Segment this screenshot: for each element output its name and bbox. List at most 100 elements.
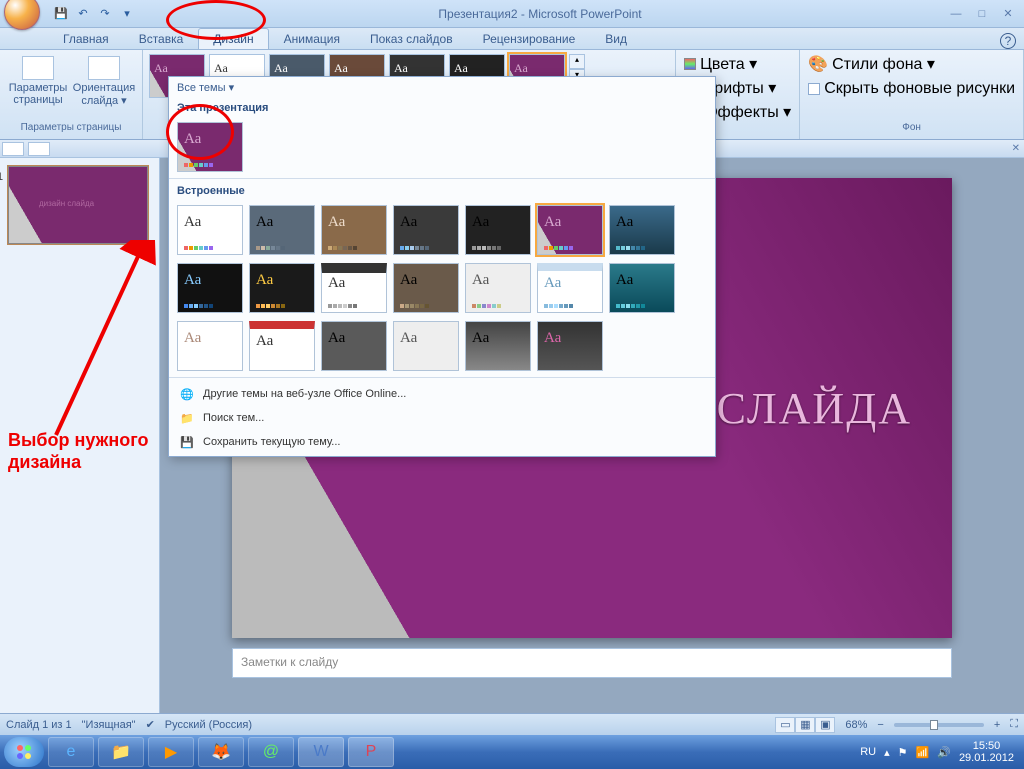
gallery-save-theme[interactable]: 💾 Сохранить текущую тему... [169, 430, 715, 454]
gallery-theme[interactable]: Аа [249, 205, 315, 255]
minimize-button[interactable]: — [944, 6, 968, 22]
gallery-theme[interactable]: Аа [609, 263, 675, 313]
gallery-theme-selected[interactable]: Аа [537, 205, 603, 255]
zoom-slider[interactable] [894, 723, 984, 727]
zoom-in-button[interactable]: + [994, 719, 1000, 731]
gallery-builtin-label: Встроенные [169, 181, 715, 201]
gallery-theme[interactable]: Аа [465, 263, 531, 313]
tab-view[interactable]: Вид [590, 28, 642, 49]
tab-slideshow[interactable]: Показ слайдов [355, 28, 468, 49]
gallery-theme[interactable]: Аа [177, 321, 243, 371]
gallery-theme[interactable]: Аа [321, 263, 387, 313]
tray-date: 29.01.2012 [959, 752, 1014, 764]
slides-view-tab[interactable] [28, 142, 50, 156]
bg-group-label: Фон [808, 120, 1015, 135]
tray-flag-icon[interactable]: ⚑ [898, 746, 908, 759]
gallery-theme[interactable]: Аа [537, 321, 603, 371]
maximize-button[interactable]: □ [970, 6, 994, 22]
zoom-percent[interactable]: 68% [845, 719, 867, 731]
folder-icon: 📁 [179, 410, 195, 426]
tab-insert[interactable]: Вставка [124, 28, 199, 49]
tab-review[interactable]: Рецензирование [468, 28, 591, 49]
slide-number: 1 [0, 171, 3, 183]
gallery-theme[interactable]: Аа [465, 205, 531, 255]
tray-time: 15:50 [973, 740, 1001, 752]
gallery-theme-current[interactable]: Аа [177, 122, 243, 172]
colors-button[interactable]: Цвета ▾ [684, 54, 757, 74]
tab-animation[interactable]: Анимация [269, 28, 355, 49]
page-setup-label: Параметры страницы [9, 82, 68, 106]
taskbar-firefox[interactable]: 🦊 [198, 737, 244, 767]
gallery-theme[interactable]: Аа [177, 205, 243, 255]
view-normal-button[interactable]: ▭ [775, 717, 795, 733]
gallery-theme[interactable]: Аа [609, 205, 675, 255]
tray-show-hidden-icon[interactable]: ▴ [884, 746, 890, 759]
status-slide-count: Слайд 1 из 1 [6, 719, 72, 731]
window-title: Презентация2 - Microsoft PowerPoint [136, 7, 944, 21]
gallery-theme[interactable]: Аа [177, 263, 243, 313]
gallery-search-themes[interactable]: 📁 Поиск тем... [169, 406, 715, 430]
gallery-theme[interactable]: Аа [249, 321, 315, 371]
gallery-theme[interactable]: Аа [393, 205, 459, 255]
taskbar-word[interactable]: W [298, 737, 344, 767]
save-theme-label: Сохранить текущую тему... [203, 436, 340, 448]
view-sorter-button[interactable]: ▦ [795, 717, 815, 733]
taskbar-powerpoint[interactable]: P [348, 737, 394, 767]
tray-lang[interactable]: RU [860, 746, 876, 758]
gallery-theme[interactable]: Аа [321, 205, 387, 255]
slide-thumbnail-pane: 1 дизайн слайда [0, 158, 160, 713]
outline-view-tab[interactable] [2, 142, 24, 156]
gallery-theme[interactable]: Аа [465, 321, 531, 371]
notes-field[interactable]: Заметки к слайду [232, 648, 952, 678]
taskbar-mail[interactable]: @ [248, 737, 294, 767]
qat-save[interactable]: 💾 [52, 5, 70, 23]
gallery-theme[interactable]: Аа [537, 263, 603, 313]
help-icon[interactable]: ? [1000, 33, 1016, 49]
more-online-label: Другие темы на веб-узле Office Online... [203, 388, 406, 400]
taskbar-explorer[interactable]: 📁 [98, 737, 144, 767]
tray-volume-icon[interactable]: 🔊 [937, 746, 951, 759]
close-button[interactable]: ✕ [996, 6, 1020, 22]
pane-close-icon[interactable]: ✕ [1012, 143, 1020, 154]
gallery-theme[interactable]: Аа [249, 263, 315, 313]
tab-home[interactable]: Главная [48, 28, 124, 49]
gallery-theme[interactable]: Аа [393, 321, 459, 371]
zoom-out-button[interactable]: − [877, 719, 883, 731]
taskbar-mediaplayer[interactable]: ▶ [148, 737, 194, 767]
gallery-all-themes[interactable]: Все темы ▾ [169, 77, 715, 98]
page-params-group-label: Параметры страницы [8, 120, 134, 135]
office-button[interactable] [4, 0, 40, 30]
gallery-theme[interactable]: Аа [321, 321, 387, 371]
tray-clock[interactable]: 15:50 29.01.2012 [959, 740, 1014, 764]
hide-bg-label: Скрыть фоновые рисунки [824, 80, 1015, 98]
taskbar-ie[interactable]: e [48, 737, 94, 767]
hide-bg-checkbox[interactable]: Скрыть фоновые рисунки [808, 80, 1015, 98]
colors-label: Цвета ▾ [700, 54, 757, 74]
bg-styles-button[interactable]: 🎨Стили фона ▾ [808, 54, 935, 74]
fit-window-button[interactable]: ⛶ [1010, 718, 1018, 731]
slide-title-text: СЛАЙДА [717, 383, 912, 434]
orientation-label: Ориентация слайда ▾ [73, 82, 135, 107]
bg-styles-label: Стили фона ▾ [832, 54, 935, 74]
qat-redo[interactable]: ↷ [96, 5, 114, 23]
view-slideshow-button[interactable]: ▣ [815, 717, 835, 733]
slide-orientation-button[interactable]: Ориентация слайда ▾ [74, 54, 134, 109]
status-language[interactable]: Русский (Россия) [165, 719, 252, 731]
status-theme: "Изящная" [82, 719, 136, 731]
gallery-more-online[interactable]: 🌐 Другие темы на веб-узле Office Online..… [169, 382, 715, 406]
gallery-theme[interactable]: Аа [393, 263, 459, 313]
slide-thumbnail-1[interactable]: 1 дизайн слайда [8, 166, 148, 244]
save-icon: 💾 [179, 434, 195, 450]
tab-design[interactable]: Дизайн [198, 28, 268, 49]
spellcheck-icon[interactable]: ✔ [146, 718, 155, 731]
tray-network-icon[interactable]: 📶 [916, 746, 930, 759]
qat-customize[interactable]: ▾ [118, 5, 136, 23]
search-themes-label: Поиск тем... [203, 412, 264, 424]
themes-scroll-up[interactable]: ▴ [569, 54, 585, 69]
effects-label: Эффекты ▾ [706, 102, 791, 122]
page-setup-button[interactable]: Параметры страницы [8, 54, 68, 108]
start-button[interactable] [4, 737, 44, 767]
qat-undo[interactable]: ↶ [74, 5, 92, 23]
online-icon: 🌐 [179, 386, 195, 402]
themes-gallery: Все темы ▾ Эта презентация Аа Встроенные… [168, 76, 716, 457]
